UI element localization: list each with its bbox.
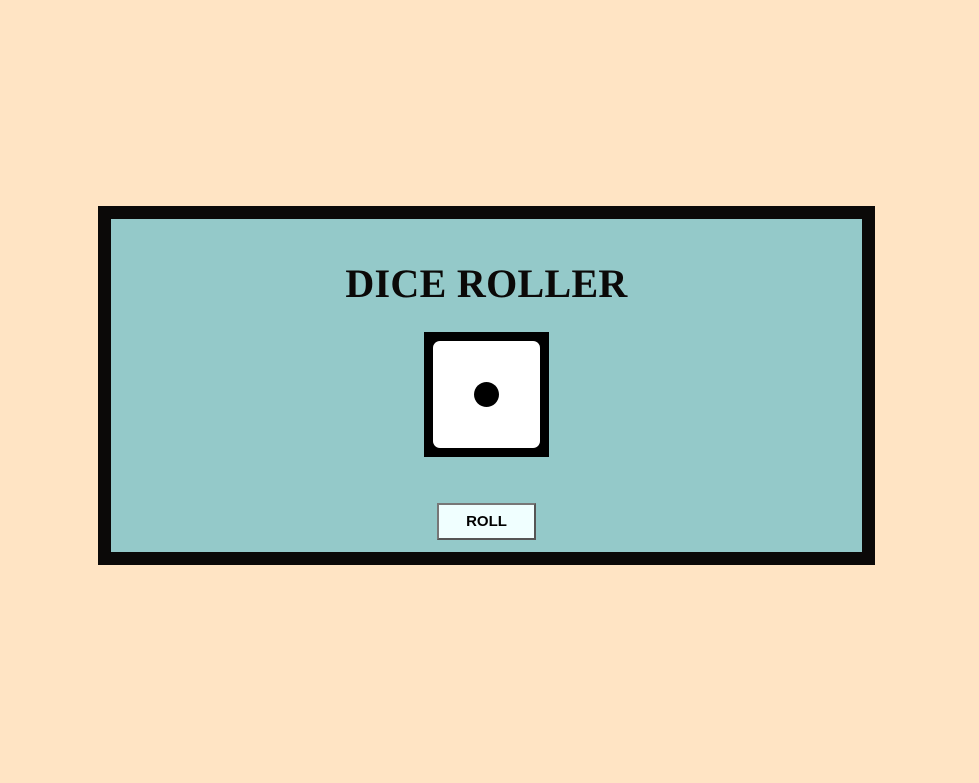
page-title: DICE ROLLER <box>345 261 628 306</box>
dice-roller-panel: DICE ROLLER ROLL <box>98 206 875 565</box>
die-pip <box>474 382 499 407</box>
roll-button[interactable]: ROLL <box>437 503 536 540</box>
die <box>424 332 549 457</box>
die-face <box>433 341 540 448</box>
